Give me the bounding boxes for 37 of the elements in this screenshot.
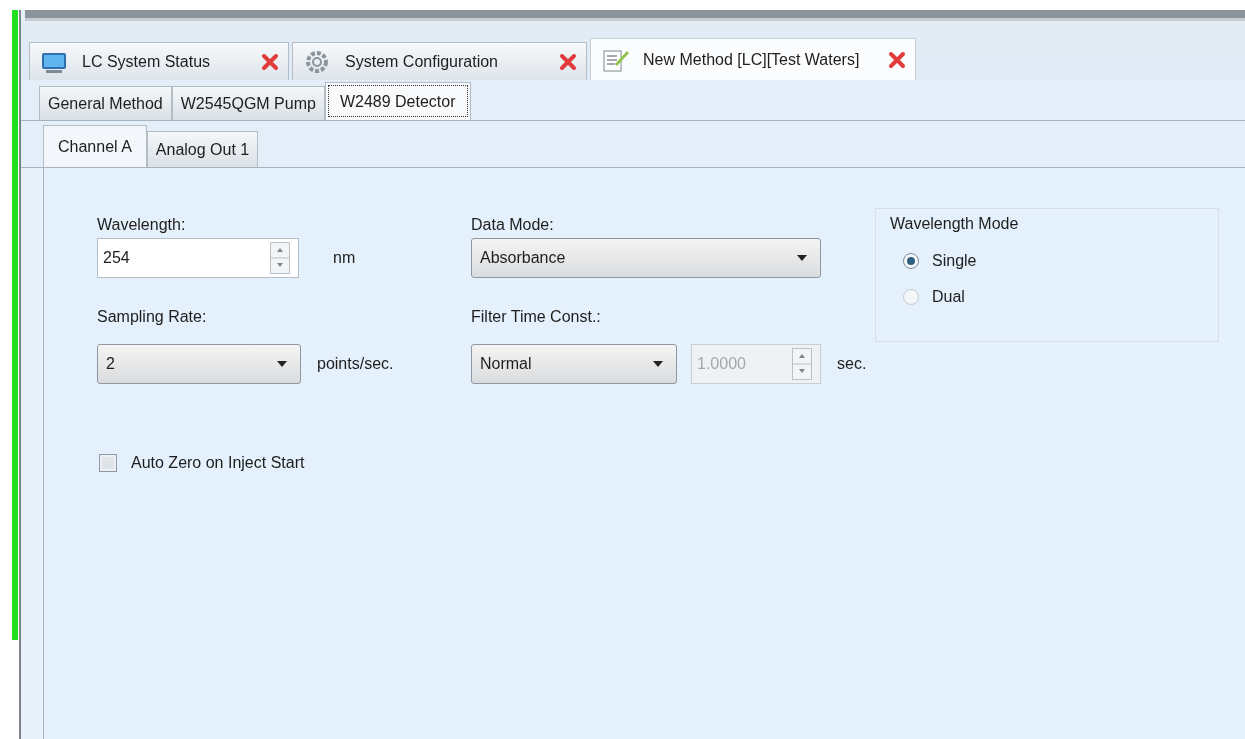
field-label: Wavelength:	[97, 216, 187, 235]
dropdown[interactable]: Absorbance	[471, 238, 821, 278]
channel-tab[interactable]: Analog Out 1	[146, 131, 259, 167]
number-field[interactable]: 254	[97, 238, 299, 278]
close-icon	[558, 51, 578, 72]
option-label[interactable]: Dual	[932, 288, 965, 306]
dropdown[interactable]: Normal	[471, 344, 677, 384]
close-icon	[260, 51, 281, 72]
caret-icon	[276, 360, 288, 368]
unit-label: sec.	[837, 355, 867, 373]
method-tab[interactable]: General Method	[39, 86, 172, 120]
checkbox[interactable]	[99, 454, 117, 472]
radio-button[interactable]	[902, 252, 920, 270]
checkbox-label[interactable]: Auto Zero on Inject Start	[131, 454, 305, 472]
dropdown[interactable]: 2	[97, 344, 301, 384]
document-tab[interactable]: New Method [LC][Test Waters]	[590, 38, 917, 80]
tab-label[interactable]: LC System Status	[82, 52, 211, 71]
field-label: Sampling Rate:	[97, 308, 208, 327]
unit-label: nm	[333, 249, 356, 267]
option-label[interactable]: Single	[932, 252, 977, 270]
channel-tab[interactable]: Channel A	[43, 125, 147, 167]
unit-label: points/sec.	[317, 355, 394, 373]
radio-button[interactable]	[902, 288, 920, 306]
tab-label[interactable]: New Method [LC][Test Waters]	[643, 50, 860, 69]
document-tab[interactable]: LC System Status	[29, 42, 290, 80]
method-tab[interactable]: W2545QGM Pump	[171, 86, 325, 120]
document-tab[interactable]: System Configuration	[292, 42, 587, 80]
caret-icon	[796, 254, 808, 262]
method-tab[interactable]: W2489 Detector	[324, 82, 471, 120]
close-icon	[887, 49, 908, 70]
field-label: Filter Time Const.:	[471, 308, 602, 327]
spin-buttons-icon	[270, 242, 290, 274]
caret-icon	[652, 360, 664, 368]
field-label: Data Mode:	[471, 216, 555, 235]
tab-label[interactable]: System Configuration	[345, 52, 498, 71]
document-edit-icon	[601, 47, 629, 72]
spin-buttons-icon	[792, 348, 812, 380]
